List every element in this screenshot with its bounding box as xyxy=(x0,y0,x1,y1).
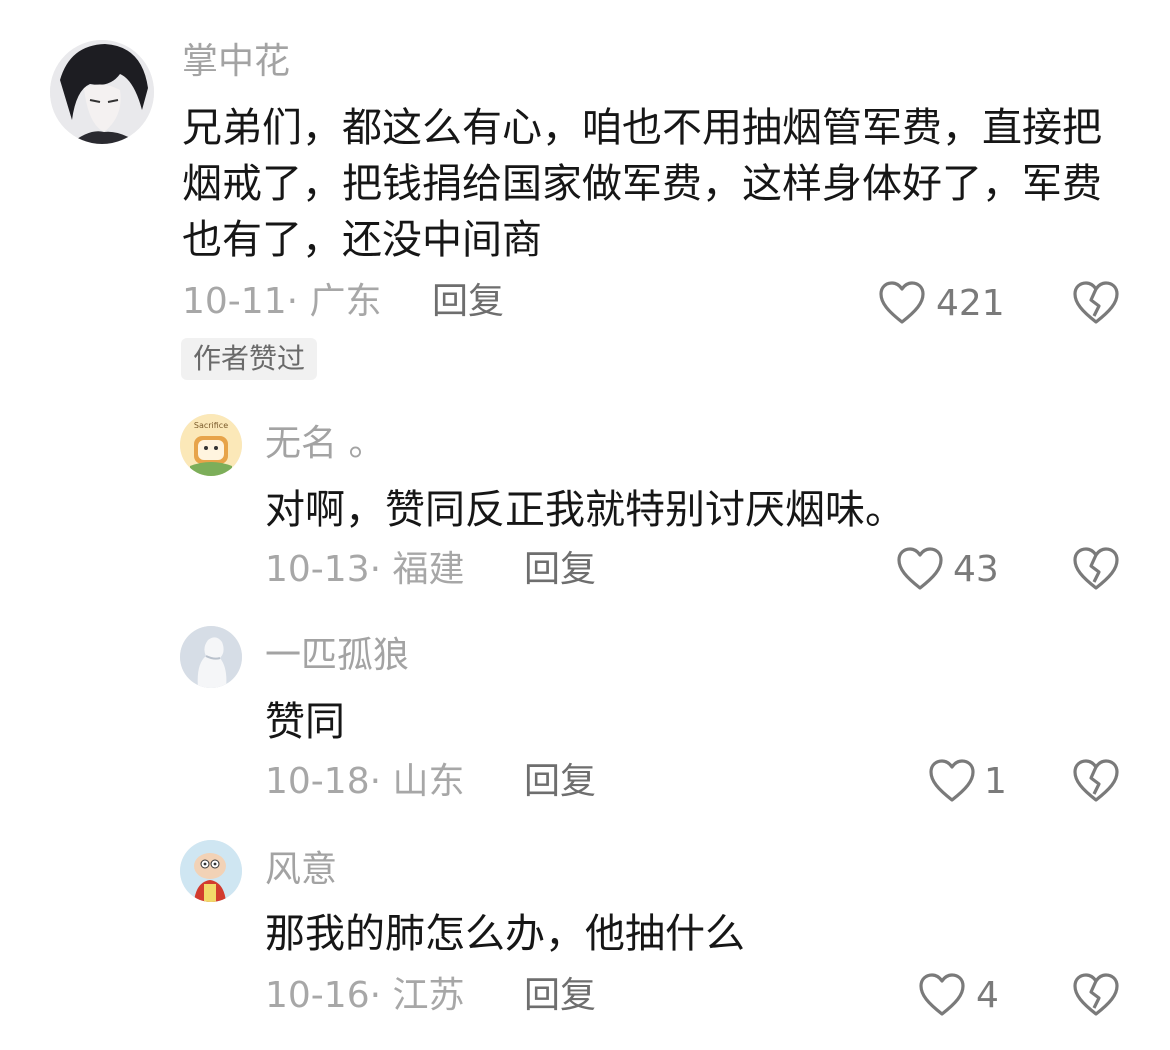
avatar[interactable]: Sacrifice xyxy=(180,414,242,476)
comment-item: 掌中花 兄弟们，都这么有心，咱也不用抽烟管军费，直接把烟戒了，把钱捐给国家做军费… xyxy=(0,0,1170,390)
avatar-caption: Sacrifice xyxy=(194,421,228,430)
heart-outline-icon[interactable] xyxy=(878,280,926,326)
username[interactable]: 一匹孤狼 xyxy=(265,634,409,678)
broken-heart-icon[interactable] xyxy=(1072,546,1120,592)
author-liked-badge: 作者赞过 xyxy=(181,338,318,380)
username[interactable]: 无名 。 xyxy=(265,422,384,466)
reply-button[interactable]: 回复 xyxy=(432,280,504,324)
comment-text: 那我的肺怎么办，他抽什么 xyxy=(265,911,745,957)
comment-text: 对啊，赞同反正我就特别讨厌烟味。 xyxy=(265,487,905,533)
like-count: 421 xyxy=(936,283,1005,324)
avatar[interactable] xyxy=(180,840,242,902)
broken-heart-icon[interactable] xyxy=(1072,280,1120,326)
avatar[interactable] xyxy=(50,40,154,144)
broken-heart-icon[interactable] xyxy=(1072,758,1120,804)
heart-outline-icon[interactable] xyxy=(928,758,976,804)
username[interactable]: 掌中花 xyxy=(182,40,290,84)
comment-date-location: 10-13· 福建 xyxy=(265,549,465,590)
like-count: 4 xyxy=(976,975,999,1016)
like-count: 43 xyxy=(953,549,999,590)
reply-item: 一匹孤狼 赞同 10-18· 山东 回复 1 xyxy=(0,612,1170,822)
reply-button[interactable]: 回复 xyxy=(524,760,596,804)
reply-button[interactable]: 回复 xyxy=(524,548,596,592)
reply-button[interactable]: 回复 xyxy=(524,974,596,1018)
heart-outline-icon[interactable] xyxy=(896,546,944,592)
reply-item: Sacrifice 无名 。 对啊，赞同反正我就特别讨厌烟味。 10-13· 福… xyxy=(0,400,1170,610)
broken-heart-icon[interactable] xyxy=(1072,972,1120,1018)
avatar[interactable] xyxy=(180,626,242,688)
comment-text: 赞同 xyxy=(265,699,345,745)
username[interactable]: 风意 xyxy=(265,848,337,892)
like-count: 1 xyxy=(984,761,1007,802)
comment-text: 兄弟们，都这么有心，咱也不用抽烟管军费，直接把烟戒了，把钱捐给国家做军费，这样身… xyxy=(182,105,1102,263)
reply-item: 风意 那我的肺怎么办，他抽什么 10-16· 江苏 回复 4 xyxy=(0,826,1170,1050)
heart-outline-icon[interactable] xyxy=(918,972,966,1018)
comment-date-location: 10-11· 广东 xyxy=(182,281,382,322)
comment-date-location: 10-18· 山东 xyxy=(265,761,465,802)
comment-date-location: 10-16· 江苏 xyxy=(265,975,465,1016)
